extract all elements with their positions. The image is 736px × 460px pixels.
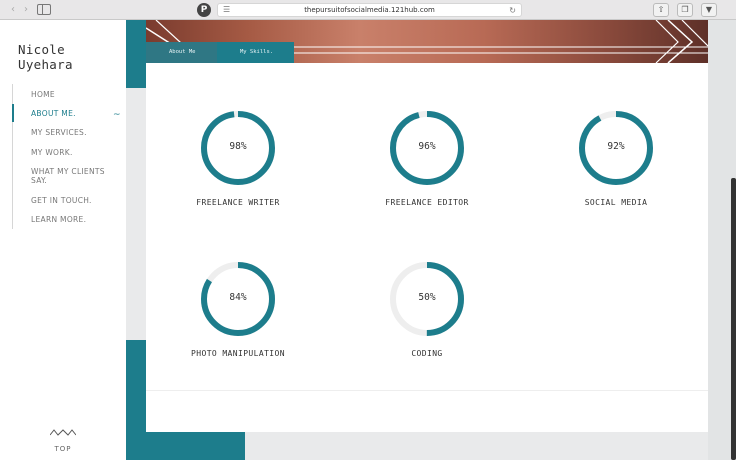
back-to-top-link[interactable]: TOP [50,428,76,455]
skill-item: 98% FREELANCE WRITER [173,108,303,207]
menu-active-marker [12,104,14,122]
menu-item-my-work[interactable]: MY WORK. [31,148,111,157]
skill-item: 92% SOCIAL MEDIA [551,108,681,207]
address-bar[interactable]: ☰ thepursuitofsocialmedia.121hub.com ↻ [217,3,522,17]
skill-name: FREELANCE WRITER [196,198,280,207]
menu-item-clients-say[interactable]: WHAT MY CLIENTS SAY. [31,167,107,185]
downloads-icon[interactable]: ▼ [701,3,717,17]
skill-name: FREELANCE EDITOR [385,198,469,207]
menu-item-my-services[interactable]: MY SERVICES. [31,128,111,137]
skill-percent: 98% [229,141,247,152]
back-arrow-icon[interactable]: ‹ [7,4,19,16]
site-sidebar: Nicole Uyehara HOME ABOUT ME. ~ MY SERVI… [0,20,126,460]
sidebar-toggle-icon[interactable] [37,4,51,15]
skill-percent: 50% [418,292,436,303]
skill-name: PHOTO MANIPULATION [191,349,285,358]
menu-item-about-me[interactable]: ABOUT ME. [31,109,111,118]
skill-item: 50% CODING [362,259,492,358]
zigzag-icon [50,429,76,436]
menu-item-home[interactable]: HOME [31,90,111,99]
menu-item-get-in-touch[interactable]: GET IN TOUCH. [31,196,111,205]
scrollbar[interactable] [731,178,736,460]
skill-item: 96% FREELANCE EDITOR [362,108,492,207]
skill-item: 84% PHOTO MANIPULATION [173,259,303,358]
section-divider [146,390,708,391]
tabs-icon[interactable]: ❐ [677,3,693,17]
skill-percent: 92% [607,141,625,152]
skill-percent: 96% [418,141,436,152]
share-icon[interactable]: ⇧ [653,3,669,17]
browser-toolbar: ‹ › P ☰ thepursuitofsocialmedia.121hub.c… [0,0,736,20]
url-text: thepursuitofsocialmedia.121hub.com [304,6,435,14]
skill-name: SOCIAL MEDIA [584,198,648,207]
teal-accent-strip [126,20,146,88]
forward-arrow-icon[interactable]: › [20,4,32,16]
menu-item-learn-more[interactable]: LEARN MORE. [31,215,111,224]
skill-name: CODING [411,349,443,358]
pinterest-icon[interactable]: P [197,3,211,17]
teal-footer-block [126,432,245,460]
site-logo[interactable]: Nicole Uyehara [18,42,126,72]
top-label: TOP [54,445,72,453]
skill-percent: 84% [229,292,247,303]
reload-icon[interactable]: ↻ [509,5,516,16]
tab-about-me[interactable]: About Me [146,42,217,63]
active-tilde-icon: ~ [113,110,121,120]
tab-my-skills[interactable]: My Skills. [217,42,294,63]
